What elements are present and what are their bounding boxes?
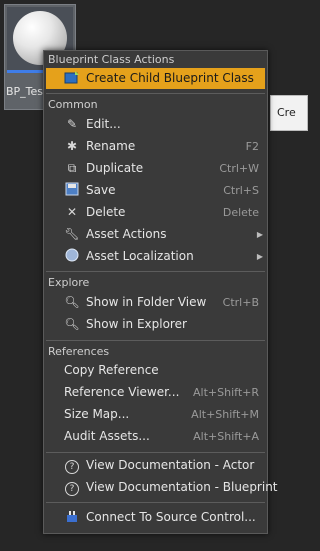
menu-item-reference-viewer[interactable]: Reference Viewer... Alt+Shift+R: [46, 382, 265, 403]
menu-separator: [46, 502, 265, 503]
search-magnifier-icon: 🔍︎: [64, 295, 80, 309]
menu-item-duplicate[interactable]: ⧉ Duplicate Ctrl+W: [46, 158, 265, 179]
duplicate-icon: ⧉: [67, 161, 77, 175]
menu-item-save[interactable]: Save Ctrl+S: [46, 180, 265, 201]
menu-item-create-child-blueprint[interactable]: Create Child Blueprint Class: [46, 68, 265, 89]
menu-item-view-documentation-actor[interactable]: ? View Documentation - Actor: [46, 455, 265, 476]
menu-item-view-documentation-blueprint[interactable]: ? View Documentation - Blueprint: [46, 477, 278, 498]
submenu-arrow-icon: ▶: [256, 230, 263, 239]
section-header-blueprint: Blueprint Class Actions: [48, 53, 175, 66]
search-magnifier-icon: 🔍︎: [64, 317, 80, 331]
menu-item-audit-assets[interactable]: Audit Assets... Alt+Shift+A: [46, 426, 265, 447]
menu-item-delete[interactable]: ✕ Delete Delete: [46, 202, 265, 223]
menu-item-show-in-folder-view[interactable]: 🔍︎ Show in Folder View Ctrl+B: [46, 292, 265, 313]
rename-icon: ✱: [66, 139, 78, 153]
menu-item-asset-actions[interactable]: 🔧︎ Asset Actions ▶: [46, 224, 265, 245]
menu-separator: [46, 452, 265, 453]
context-menu: Blueprint Class Actions Create Child Blu…: [43, 50, 278, 534]
globe-icon: [64, 248, 80, 264]
menu-item-edit[interactable]: ✎ Edit...: [46, 114, 265, 135]
menu-separator: [46, 93, 265, 94]
background-button-peek[interactable]: Cre: [270, 95, 308, 131]
section-header-references: References: [48, 345, 110, 358]
menu-separator: [46, 271, 265, 272]
help-icon: ?: [64, 479, 80, 496]
menu-separator: [46, 340, 265, 341]
menu-item-rename[interactable]: ✱ Rename F2: [46, 136, 265, 157]
menu-item-show-in-explorer[interactable]: 🔍︎ Show in Explorer: [46, 314, 265, 335]
submenu-arrow-icon: ▶: [256, 252, 263, 261]
blueprint-icon: [64, 70, 80, 86]
menu-item-connect-source-control[interactable]: Connect To Source Control...: [46, 507, 265, 528]
source-control-icon: [64, 509, 80, 525]
section-header-common: Common: [48, 98, 98, 111]
section-header-explore: Explore: [48, 276, 90, 289]
menu-item-asset-localization[interactable]: Asset Localization ▶: [46, 246, 265, 267]
menu-item-size-map[interactable]: Size Map... Alt+Shift+M: [46, 404, 265, 425]
delete-x-icon: ✕: [66, 205, 78, 219]
menu-item-copy-reference[interactable]: Copy Reference: [46, 360, 265, 381]
help-icon: ?: [64, 457, 80, 474]
edit-pencil-icon: ✎: [66, 117, 78, 131]
wrench-icon: 🔧︎: [64, 227, 80, 241]
save-icon: [64, 182, 80, 198]
